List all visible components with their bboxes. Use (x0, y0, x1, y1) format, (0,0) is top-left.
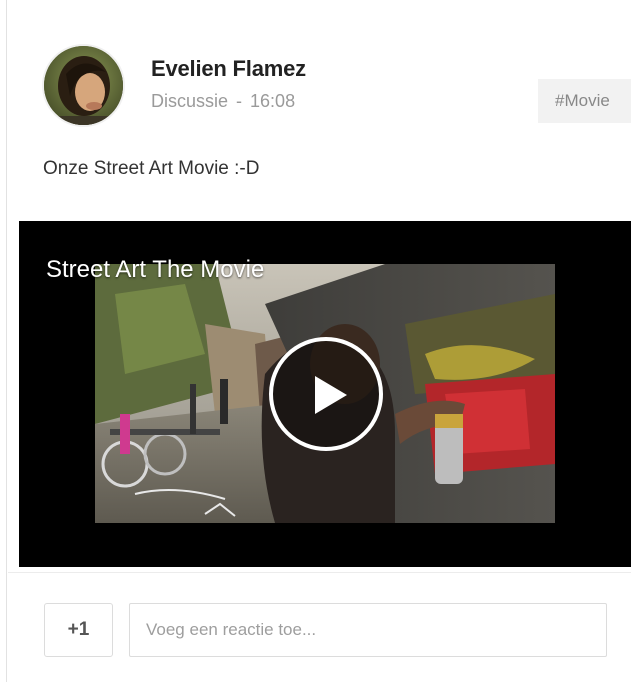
post-time: 16:08 (250, 91, 296, 111)
actions-divider (8, 572, 631, 573)
post-type: Discussie (151, 91, 229, 111)
author-name[interactable]: Evelien Flamez (151, 56, 306, 82)
comment-input[interactable] (129, 603, 607, 657)
video-title: Street Art The Movie (46, 256, 265, 283)
post-tag[interactable]: #Movie (538, 79, 631, 123)
meta-separator: - (236, 91, 243, 111)
video-embed[interactable]: Street Art The Movie (19, 221, 631, 567)
plus-one-button[interactable]: +1 (44, 603, 113, 657)
post-text: Onze Street Art Movie :-D (43, 158, 260, 179)
play-button[interactable] (269, 337, 383, 451)
post-card: Evelien Flamez Discussie -16:08 #Movie On… (0, 0, 631, 682)
avatar-photo (44, 46, 123, 125)
author-avatar[interactable] (42, 44, 125, 127)
play-icon (315, 376, 347, 414)
post-meta: Discussie -16:08 (151, 91, 295, 112)
